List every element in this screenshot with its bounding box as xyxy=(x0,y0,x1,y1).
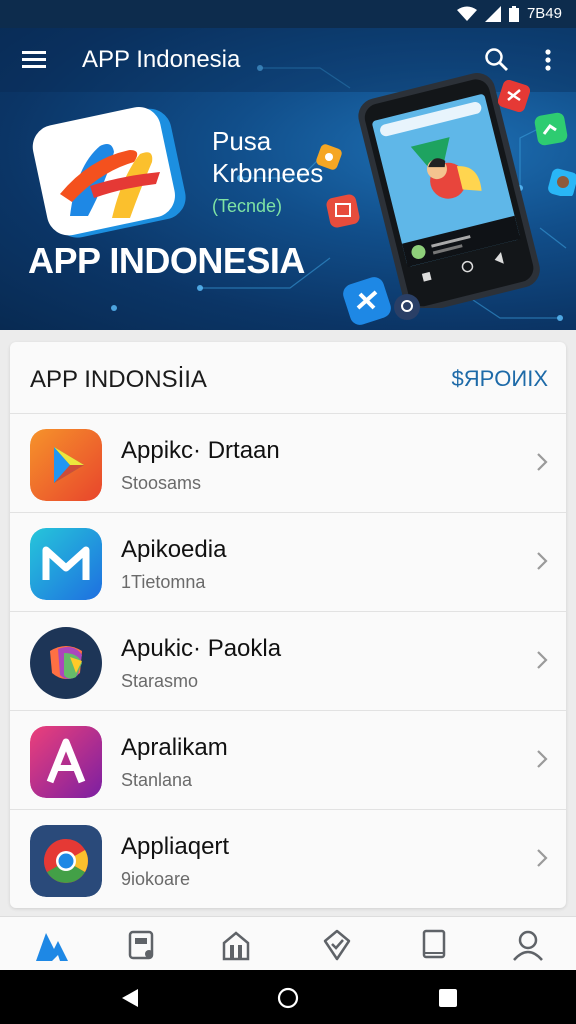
list-item[interactable]: Apralikam Stanlana xyxy=(10,710,566,809)
app-title: APP Indonesia xyxy=(82,46,241,73)
nav-store[interactable] xyxy=(212,925,260,965)
account-icon xyxy=(513,930,543,961)
book-icon xyxy=(422,929,446,959)
share-app-icon xyxy=(498,80,530,112)
see-all-link[interactable]: $ЯPOИIX xyxy=(451,366,548,392)
m-app-icon xyxy=(30,528,102,600)
item-title: Appikc· Drtaan xyxy=(121,437,280,464)
store-icon xyxy=(222,931,250,961)
app-list: Appikc· Drtaan Stoosams Apikoedia 1Tieto… xyxy=(10,413,566,908)
nav-badge[interactable] xyxy=(313,925,361,965)
avatar-app-icon xyxy=(548,168,576,196)
battery-icon xyxy=(508,5,519,22)
chevron-right-icon xyxy=(537,750,548,768)
home-logo-icon xyxy=(36,933,68,961)
hero-headline: APP INDONESIA xyxy=(28,240,305,281)
item-subtitle: 1Tietomna xyxy=(121,572,206,592)
item-title: Appliaqert xyxy=(121,833,230,860)
play-store-icon xyxy=(30,429,102,501)
item-title: Apikoedia xyxy=(121,536,227,563)
item-subtitle: Starasmo xyxy=(121,671,199,691)
nav-home[interactable] xyxy=(28,925,76,965)
small-app-icon xyxy=(394,294,420,320)
nav-account[interactable] xyxy=(504,925,552,965)
hero-line-2: Krbnnees xyxy=(212,158,324,188)
smartphone-illustration xyxy=(358,73,540,308)
status-bar: 7B49 xyxy=(0,0,576,28)
list-item[interactable]: Appikc· Drtaan Stoosams xyxy=(10,413,566,512)
orange-app-icon xyxy=(316,144,342,170)
item-subtitle: Stanlana xyxy=(121,770,193,790)
menu-icon[interactable] xyxy=(20,47,50,73)
wifi-icon xyxy=(456,6,477,21)
recents-icon[interactable] xyxy=(436,987,460,1009)
list-item[interactable]: Apukic· Paokla Starasmo xyxy=(10,611,566,710)
item-title: Apralikam xyxy=(121,734,228,761)
chevron-right-icon xyxy=(537,453,548,471)
item-title: Apukic· Paokla xyxy=(121,635,282,662)
a-app-icon xyxy=(30,726,102,798)
nav-apps[interactable] xyxy=(118,925,166,965)
tools-app-icon xyxy=(343,277,391,325)
chevron-right-icon xyxy=(537,552,548,570)
nav-library[interactable] xyxy=(410,925,458,965)
chrome-icon xyxy=(30,825,102,897)
chart-app-icon xyxy=(534,112,568,146)
system-navigation-bar xyxy=(0,970,576,1024)
signal-icon xyxy=(484,5,501,22)
item-subtitle: Stoosams xyxy=(121,473,202,493)
back-icon[interactable] xyxy=(118,987,142,1009)
hero-line-1: Pusa xyxy=(212,126,272,156)
badge-icon xyxy=(323,929,351,961)
hero-line-3: (Tecnde) xyxy=(212,196,283,216)
colorful-shield-icon xyxy=(30,627,102,699)
chevron-right-icon xyxy=(537,849,548,867)
list-item[interactable]: Apikoedia 1Tietomna xyxy=(10,512,566,611)
item-subtitle: 9iokoare xyxy=(121,869,191,889)
hero-banner: APP Indonesia Pusa Krbnnees (Tecnde) APP… xyxy=(0,28,576,330)
bottom-navigation xyxy=(0,916,576,970)
home-icon[interactable] xyxy=(276,987,300,1009)
card-title: APP INDONSİIA xyxy=(30,366,207,393)
apps-icon xyxy=(128,930,154,960)
app-list-card: APP INDONSİIA $ЯPOИIX Appikc· Drtaan Sto… xyxy=(10,342,566,908)
app-indonesia-logo xyxy=(32,106,186,238)
list-item[interactable]: Appliaqert 9iokoare xyxy=(10,809,566,908)
status-time: 7B49 xyxy=(526,5,562,22)
photo-app-icon xyxy=(326,194,360,228)
chevron-right-icon xyxy=(537,651,548,669)
